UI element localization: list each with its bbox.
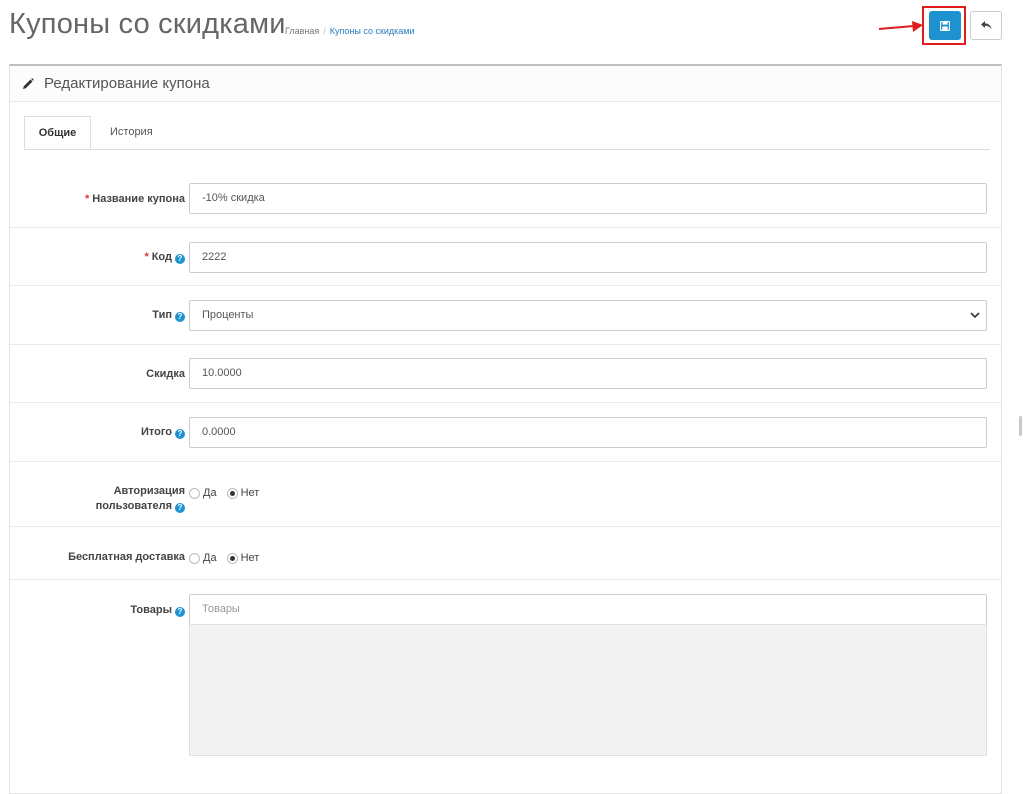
coupon-code-input[interactable]: 2222 [189,242,987,273]
free-shipping-yes-radio[interactable] [189,552,200,564]
coupon-type-select[interactable]: Проценты [189,300,987,331]
coupon-name-input[interactable]: -10% скидка [189,183,987,214]
coupon-discount-input[interactable]: 10.0000 [189,358,987,389]
panel-heading: Редактирование купона [10,66,1001,102]
coupon-total-label: Итого? [141,425,185,440]
reply-icon [980,21,991,30]
help-icon[interactable]: ? [175,312,185,322]
coupon-type-value: Проценты [202,309,254,321]
tab-general[interactable]: Общие [24,116,91,149]
help-icon[interactable]: ? [175,503,185,513]
customer-login-radio-group: Да Нет [189,487,269,499]
panel-heading-title: Редактирование купона [44,75,210,92]
chevron-down-icon [970,301,980,341]
breadcrumb-home-link[interactable]: Главная [285,26,319,36]
breadcrumb-current-link[interactable]: Купоны со скидками [330,26,415,36]
coupon-discount-label: Скидка [146,368,185,380]
page-title: Купоны со скидками [9,8,286,40]
free-shipping-label: Бесплатная доставка [68,551,185,563]
customer-login-label: Авторизация пользователя? [95,485,185,513]
pencil-icon [22,77,34,90]
products-list-well [189,624,987,756]
annotation-arrow-icon [878,21,923,32]
customer-login-yes-radio[interactable] [189,487,200,499]
customer-login-no-radio[interactable] [226,487,238,499]
breadcrumb: Главная / Купоны со скидками [285,26,415,36]
scrollbar[interactable] [1019,416,1022,436]
help-icon[interactable]: ? [175,429,185,439]
row-divider [10,344,1002,345]
coupon-code-label: * Код? [144,250,185,265]
save-button[interactable] [929,11,961,40]
tabs: Общие История [24,116,990,150]
required-marker: * [144,251,149,263]
products-label: Товары? [130,603,185,618]
row-divider [10,579,1002,580]
tab-history[interactable]: История [110,116,153,149]
free-shipping-radio-group: Да Нет [189,552,269,564]
help-icon[interactable]: ? [175,607,185,617]
help-icon[interactable]: ? [175,254,185,264]
products-input[interactable]: Товары [189,594,987,625]
back-button[interactable] [970,11,1002,40]
row-divider [10,461,1002,462]
row-divider [10,526,1002,527]
breadcrumb-separator: / [323,26,326,36]
coupon-name-label: * Название купона [84,193,185,205]
coupon-type-label: Тип? [152,308,185,323]
required-marker: * [84,193,90,205]
coupon-total-input[interactable]: 0.0000 [189,417,987,448]
row-divider [10,402,1002,403]
free-shipping-no-radio[interactable] [226,552,238,564]
row-divider [10,285,1002,286]
save-icon [940,20,950,31]
row-divider [10,227,1002,228]
